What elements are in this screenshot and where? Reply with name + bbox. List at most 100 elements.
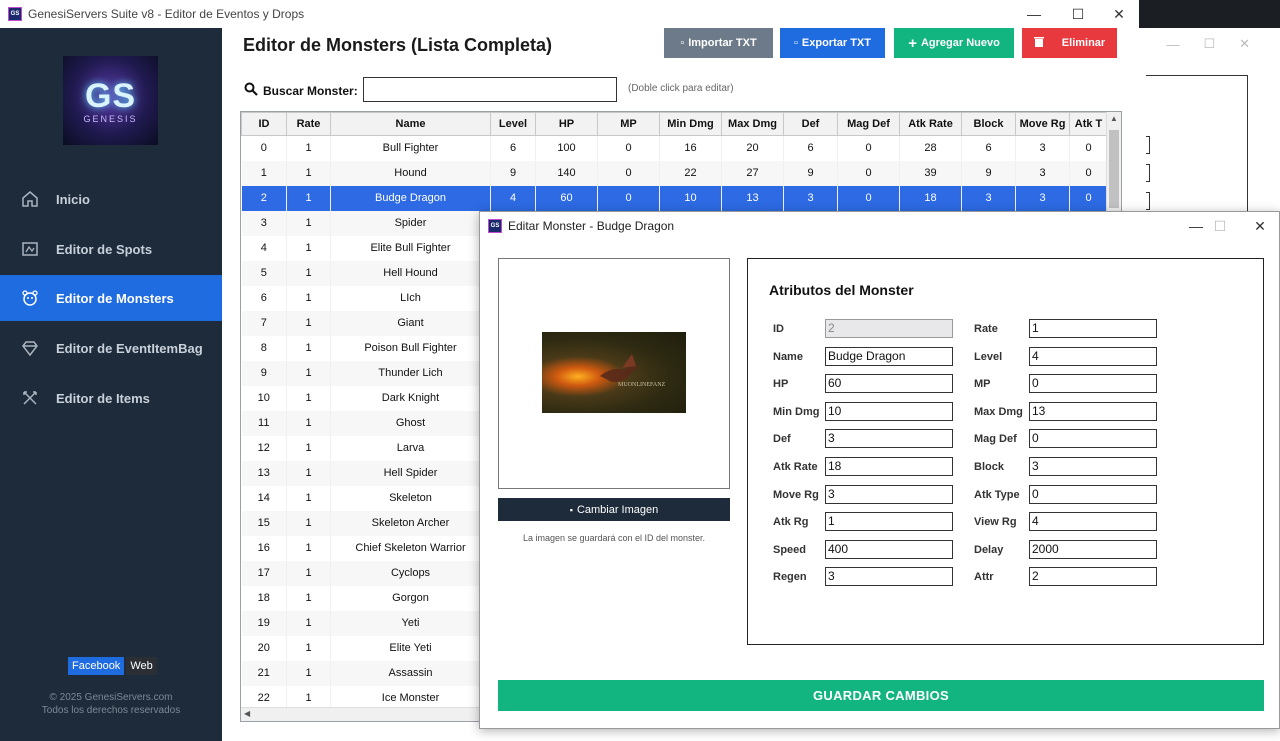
- search-label-group: Buscar Monster:: [244, 82, 358, 99]
- field-label: Min Dmg: [773, 405, 820, 418]
- mag-def-field[interactable]: 0: [1029, 429, 1157, 449]
- column-header[interactable]: MP: [597, 112, 660, 136]
- table-row[interactable]: 0 1 Bull Fighter 6 100 0 16 20 6 0 28 6 3 0: [241, 135, 1108, 161]
- sidebar-item-eventitembag[interactable]: Editor de EventItemBag: [0, 325, 222, 371]
- name-field[interactable]: Budge Dragon: [825, 346, 953, 366]
- column-header[interactable]: HP: [535, 112, 598, 136]
- sidebar-item-items[interactable]: Editor de Items: [0, 375, 222, 421]
- delete-button[interactable]: Eliminar: [1022, 28, 1117, 58]
- table-cell: 1: [286, 235, 331, 261]
- table-cell: 13: [721, 185, 784, 211]
- block-field[interactable]: 3: [1029, 457, 1157, 476]
- minimize-icon[interactable]: —: [1012, 0, 1056, 28]
- maximize-icon[interactable]: ☐: [1198, 212, 1242, 240]
- sidebar-item-monsters[interactable]: Editor de Monsters: [0, 275, 222, 321]
- column-header[interactable]: Move Rg: [1015, 112, 1070, 136]
- maximize-icon[interactable]: ☐: [1203, 36, 1215, 52]
- field-label: Level: [974, 350, 1003, 363]
- table-cell: Budge Dragon: [330, 185, 491, 211]
- column-header[interactable]: Min Dmg: [659, 112, 722, 136]
- atk-rg-field[interactable]: 1: [825, 512, 953, 532]
- table-cell: 3: [241, 210, 287, 236]
- min-dmg-field[interactable]: 10: [825, 401, 953, 421]
- table-cell: 0: [837, 185, 900, 211]
- table-cell: 4: [241, 235, 287, 261]
- column-header[interactable]: Block: [961, 112, 1016, 136]
- social-links: Facebook Web: [68, 657, 157, 675]
- minimize-icon[interactable]: —: [1166, 37, 1179, 52]
- image-watermark: MUONLINEFANZ: [618, 382, 666, 388]
- table-cell: 10: [659, 185, 722, 211]
- column-header[interactable]: Atk Rate: [899, 112, 962, 136]
- table-cell: 9: [961, 160, 1016, 186]
- atk-rate-field[interactable]: 18: [825, 457, 953, 476]
- save-button[interactable]: GUARDAR CAMBIOS: [498, 680, 1264, 711]
- scroll-left-icon[interactable]: ◀: [244, 709, 250, 718]
- mp-field[interactable]: 0: [1029, 374, 1157, 394]
- sidebar-item-inicio[interactable]: Inicio: [0, 176, 222, 222]
- max-dmg-field[interactable]: 13: [1029, 401, 1157, 421]
- column-header[interactable]: ID: [241, 112, 287, 136]
- column-header[interactable]: Rate: [286, 112, 331, 136]
- add-button[interactable]: + Agregar Nuevo: [894, 28, 1014, 58]
- table-cell: 1: [286, 410, 331, 436]
- table-cell: Cyclops: [330, 560, 491, 586]
- close-icon[interactable]: ✕: [1097, 0, 1139, 28]
- table-cell: 21: [241, 660, 287, 686]
- scroll-up-icon[interactable]: ▲: [1110, 114, 1118, 123]
- table-cell: Skeleton Archer: [330, 510, 491, 536]
- table-cell: Ghost: [330, 410, 491, 436]
- monster-icon: [20, 288, 40, 308]
- column-header[interactable]: Def: [783, 112, 838, 136]
- attr-field[interactable]: 2: [1029, 567, 1157, 587]
- view-rg-field[interactable]: 4: [1029, 512, 1157, 532]
- table-cell: 1: [286, 560, 331, 586]
- delay-field[interactable]: 2000: [1029, 539, 1157, 559]
- table-cell: 16: [659, 135, 722, 161]
- column-header[interactable]: Name: [330, 112, 491, 136]
- atk-type-field[interactable]: 0: [1029, 484, 1157, 504]
- web-link[interactable]: Web: [126, 657, 157, 675]
- monster-image: MUONLINEFANZ: [542, 332, 686, 413]
- level-field[interactable]: 4: [1029, 346, 1157, 366]
- close-icon[interactable]: ✕: [1238, 212, 1280, 240]
- table-row[interactable]: 2 1 Budge Dragon 4 60 0 10 13 3 0 18 3 3 0: [241, 185, 1108, 211]
- def-field[interactable]: 3: [825, 429, 953, 449]
- table-row[interactable]: 1 1 Hound 9 140 0 22 27 9 0 39 9 3 0: [241, 160, 1108, 186]
- column-header[interactable]: Atk T: [1069, 112, 1108, 136]
- hp-field[interactable]: 60: [825, 374, 953, 394]
- table-cell: 4: [490, 185, 536, 211]
- change-image-button[interactable]: ▪ Cambiar Imagen: [498, 498, 730, 521]
- table-cell: 14: [241, 485, 287, 511]
- sidebar-item-label: Editor de Items: [56, 390, 150, 406]
- scroll-thumb[interactable]: [1109, 130, 1119, 208]
- table-cell: 0: [597, 160, 660, 186]
- search-input[interactable]: [363, 77, 617, 102]
- table-cell: Elite Yeti: [330, 635, 491, 661]
- facebook-link[interactable]: Facebook: [68, 657, 125, 675]
- table-cell: 1: [286, 510, 331, 536]
- move-rg-field[interactable]: 3: [825, 484, 953, 504]
- column-header[interactable]: Max Dmg: [721, 112, 784, 136]
- speed-field[interactable]: 400: [825, 539, 953, 559]
- export-button[interactable]: ▫ Exportar TXT: [780, 28, 885, 58]
- column-header[interactable]: Level: [490, 112, 536, 136]
- delete-label: Eliminar: [1061, 37, 1106, 49]
- swords-icon: [20, 388, 40, 408]
- table-cell: 13: [241, 460, 287, 486]
- table-cell: 0: [1069, 185, 1108, 211]
- close-icon[interactable]: ✕: [1239, 36, 1250, 52]
- sidebar-item-spots[interactable]: Editor de Spots: [0, 226, 222, 272]
- logo-text: GENESIS: [83, 114, 138, 124]
- maximize-icon[interactable]: ☐: [1056, 0, 1100, 28]
- import-button[interactable]: ▫ Importar TXT: [664, 28, 773, 58]
- search-icon: [244, 82, 258, 99]
- column-header[interactable]: Mag Def: [837, 112, 900, 136]
- rate-field[interactable]: 1: [1029, 319, 1157, 338]
- table-cell: Spider: [330, 210, 491, 236]
- background-field: [1146, 136, 1150, 154]
- field-label: Mag Def: [974, 433, 1017, 446]
- table-cell: 3: [783, 185, 838, 211]
- regen-field[interactable]: 3: [825, 567, 953, 587]
- title-bar: GS GenesiServers Suite v8 - Editor de Ev…: [0, 0, 1139, 28]
